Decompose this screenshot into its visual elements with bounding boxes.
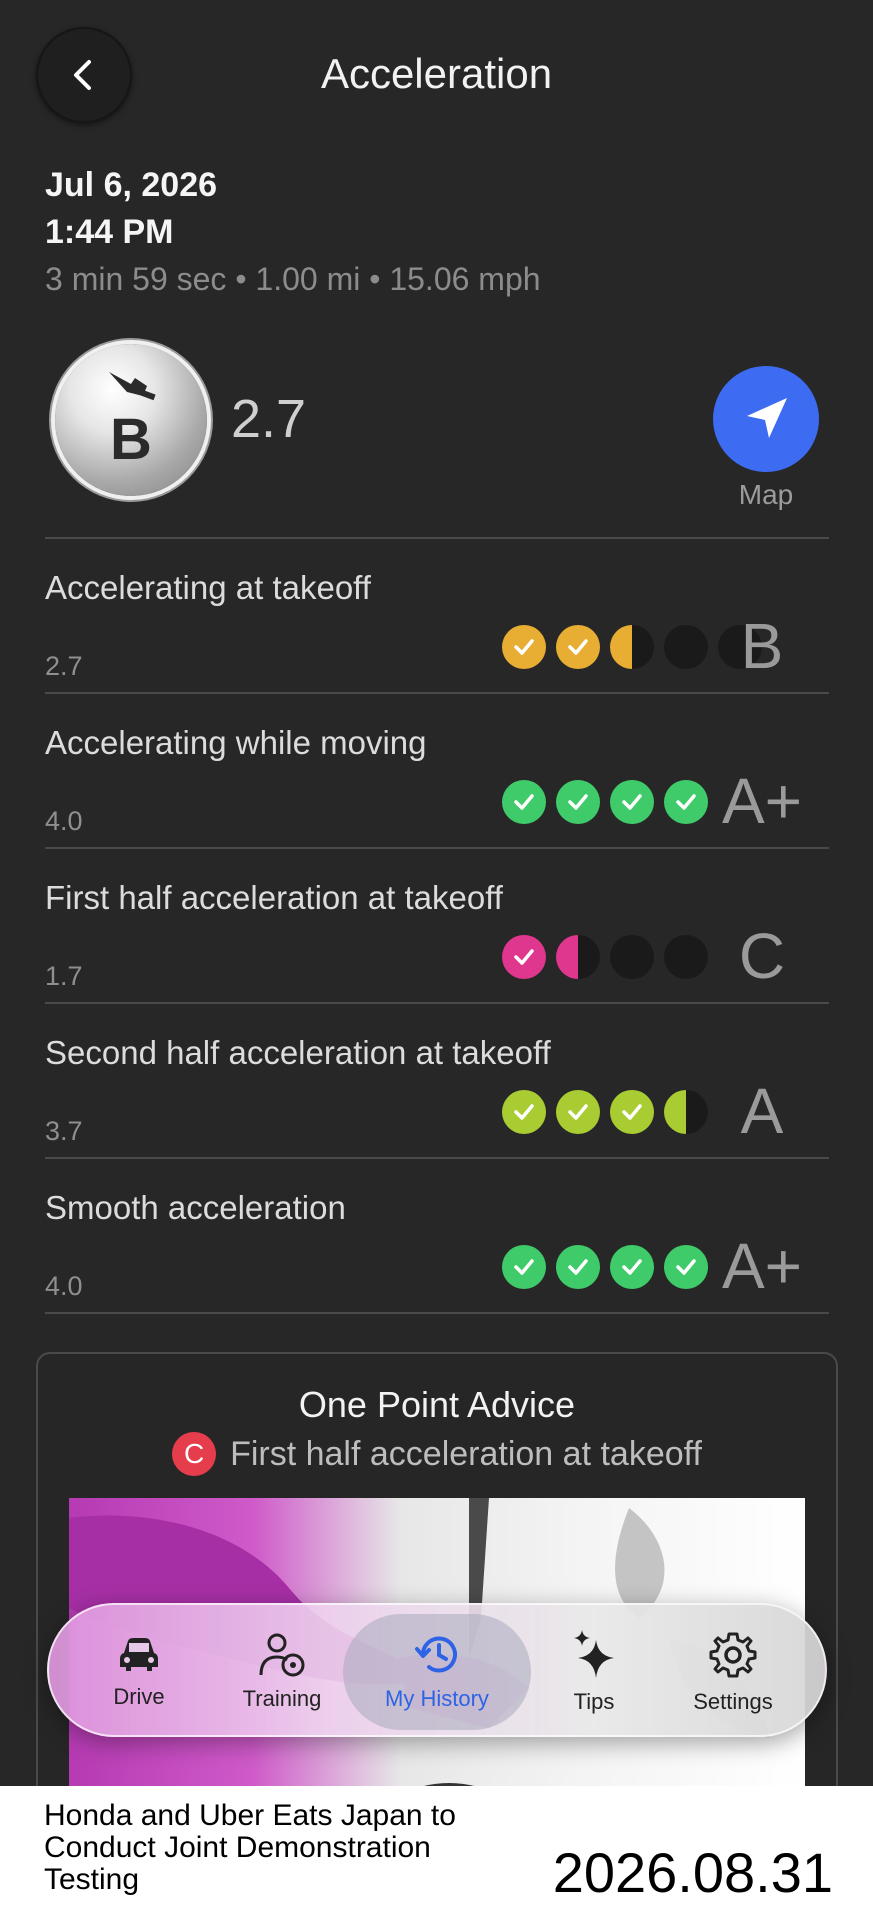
hand-pedal-icon	[109, 372, 156, 401]
rating-dot-empty	[610, 935, 654, 979]
rating-dot-half	[610, 625, 654, 669]
overall-score: 2.7	[231, 389, 307, 449]
page-title: Acceleration	[320, 50, 553, 97]
advice-title: One Point Advice	[298, 1384, 576, 1425]
tab-training[interactable]: Training	[219, 1605, 345, 1739]
metric-row[interactable]: Accelerating while moving 4.0 A+	[45, 694, 829, 847]
metric-score: 2.7	[45, 651, 83, 681]
metric-score: 4.0	[45, 806, 83, 836]
map-label: Map	[738, 479, 794, 510]
metric-row[interactable]: Smooth acceleration 4.0 A+	[45, 1159, 829, 1312]
navigation-arrow-icon	[747, 398, 787, 438]
metric-rating-dots	[502, 935, 708, 979]
rating-dot-check-icon	[664, 780, 708, 824]
tab-label: Drive	[113, 1683, 165, 1709]
tab-label: Tips	[573, 1688, 615, 1714]
tab-my-history[interactable]: My History	[343, 1614, 531, 1730]
gear-icon	[708, 1630, 758, 1685]
metric-grade: B	[740, 610, 784, 682]
rating-dot-check-icon	[556, 780, 600, 824]
metric-grade: C	[738, 920, 786, 992]
bottom-tab-bar: Drive Training My History Tips Settings	[47, 1603, 827, 1737]
tab-label: My History	[385, 1685, 489, 1711]
rating-dot-check-icon	[502, 935, 546, 979]
trip-time: 1:44 PM	[45, 213, 174, 251]
tab-drive[interactable]: Drive	[79, 1605, 199, 1739]
tab-settings[interactable]: Settings	[663, 1605, 803, 1739]
footer-caption-bar: Honda and Uber Eats Japan to Conduct Joi…	[0, 1786, 873, 1920]
rating-dot-check-icon	[664, 1245, 708, 1289]
metric-score: 4.0	[45, 1271, 83, 1301]
history-clock-icon	[413, 1633, 461, 1682]
rating-dot-check-icon	[556, 625, 600, 669]
metric-rating-dots	[502, 1090, 708, 1134]
rating-dot-check-icon	[610, 1245, 654, 1289]
driver-person-icon	[257, 1633, 307, 1682]
rating-dot-check-icon	[610, 780, 654, 824]
rating-dot-check-icon	[610, 1090, 654, 1134]
rating-dot-half	[664, 1090, 708, 1134]
metric-row[interactable]: Accelerating at takeoff 2.7 B	[45, 539, 829, 692]
metric-label: First half acceleration at takeoff	[45, 879, 503, 916]
metric-score: 3.7	[45, 1116, 83, 1146]
metric-label: Second half acceleration at takeoff	[45, 1034, 551, 1071]
metric-label: Accelerating at takeoff	[45, 569, 371, 606]
trip-summary: 3 min 59 sec • 1.00 mi • 15.06 mph	[45, 261, 541, 297]
metric-label: Accelerating while moving	[45, 724, 427, 761]
metric-row[interactable]: Second half acceleration at takeoff 3.7 A	[45, 1004, 829, 1157]
metric-label: Smooth acceleration	[45, 1189, 346, 1226]
rating-dot-empty	[664, 935, 708, 979]
rating-dot-check-icon	[556, 1090, 600, 1134]
rating-dot-check-icon	[502, 780, 546, 824]
metric-rating-dots	[502, 1245, 708, 1289]
advice-subject-text: First half acceleration at takeoff	[230, 1434, 702, 1473]
metric-score: 1.7	[45, 961, 83, 991]
tab-label: Settings	[693, 1688, 773, 1714]
car-icon	[116, 1635, 162, 1680]
metric-grade: A	[740, 1075, 784, 1147]
advice-grade-badge: C	[172, 1432, 217, 1476]
rating-dot-check-icon	[502, 1245, 546, 1289]
tab-tips[interactable]: Tips	[549, 1605, 639, 1739]
header: Acceleration	[0, 0, 873, 150]
rating-dot-check-icon	[556, 1245, 600, 1289]
footer-caption: Honda and Uber Eats Japan to Conduct Joi…	[44, 1799, 456, 1896]
overall-grade-letter: B	[110, 407, 152, 472]
sparkles-icon	[570, 1629, 618, 1685]
map-button[interactable]	[713, 366, 819, 472]
overall-grade-badge: B	[55, 344, 207, 496]
advice-subject: C First half acceleration at takeoff	[38, 1432, 836, 1476]
rating-dot-half	[556, 935, 600, 979]
rating-dot-empty	[664, 625, 708, 669]
divider	[45, 1312, 829, 1314]
tab-label: Training	[242, 1685, 322, 1711]
metric-row[interactable]: First half acceleration at takeoff 1.7 C	[45, 849, 829, 1002]
metric-grade: A+	[721, 1230, 803, 1302]
metric-list: Accelerating at takeoff 2.7 B Accelerating …	[45, 537, 829, 1314]
rating-dot-check-icon	[502, 1090, 546, 1134]
trip-date: Jul 6, 2026	[45, 166, 218, 204]
footer-date: 2026.08.31	[552, 1841, 833, 1904]
metric-rating-dots	[502, 780, 708, 824]
metric-grade: A+	[721, 765, 803, 837]
rating-dot-check-icon	[502, 625, 546, 669]
